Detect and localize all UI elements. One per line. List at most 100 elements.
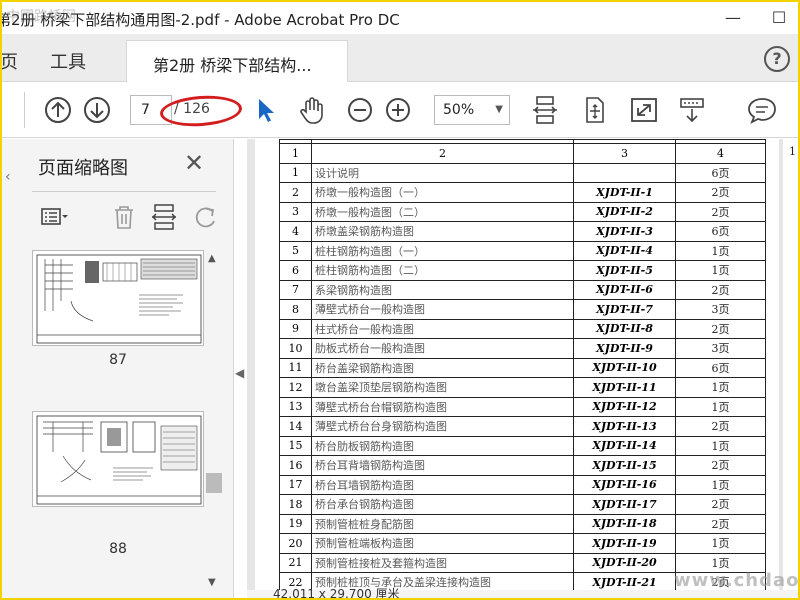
scroll-down-icon[interactable]: ▼	[208, 577, 216, 588]
thumbnail-scrollbar[interactable]: ▲ ▼	[204, 247, 224, 598]
chevron-down-icon: ▼	[495, 104, 503, 115]
row-number-cell: 18	[279, 494, 312, 515]
drawing-code-cell: XJDT-II-3	[573, 221, 676, 242]
trash-icon[interactable]	[110, 203, 138, 231]
drawing-code-cell: XJDT-II-19	[573, 533, 676, 554]
header-cell: 1	[279, 143, 312, 164]
drawing-title-cell: 桥台盖梁钢筋构造图	[311, 357, 574, 378]
page-count-cell: 2页	[675, 416, 766, 437]
table-row: 2 桥墩一般构造图（一） XJDT-II-1 2页	[279, 182, 766, 203]
table-row: 5 桩柱钢筋构造图（一） XJDT-II-4 1页	[279, 240, 766, 261]
next-page-header: 1	[789, 145, 796, 158]
pdf-page: 1 2 3 4 1 设计说明 6页 2 桥墩一般构造图（一） XJDT-II-1 2页 3 桥墩…	[255, 139, 779, 598]
page-tools-icon[interactable]	[150, 203, 178, 231]
row-number-cell: 8	[279, 299, 312, 320]
panel-title: 页面缩略图	[38, 158, 128, 179]
page-count-cell: 2页	[675, 494, 766, 515]
drawing-code-cell: XJDT-II-9	[573, 338, 676, 359]
page-dimensions: 42.011 x 29.700 厘米	[273, 587, 400, 598]
page-count-cell: 1页	[675, 474, 766, 495]
drawing-code-cell: XJDT-II-6	[573, 279, 676, 300]
drawing-title-cell: 桥台耳背墙钢筋构造图	[311, 455, 574, 476]
rotate-page-icon[interactable]	[192, 203, 220, 231]
tab-tools[interactable]: 工具	[50, 48, 86, 74]
row-number-cell: 7	[279, 279, 312, 300]
row-number-cell: 19	[279, 513, 312, 534]
watermark-bottom-right: www.chdao.com	[674, 570, 798, 591]
maximize-button[interactable]: ☐	[764, 6, 794, 30]
full-screen-icon[interactable]	[628, 94, 660, 126]
drawing-title-cell: 桥台肋板钢筋构造图	[311, 435, 574, 456]
page-count-cell: 2页	[675, 201, 766, 222]
table-row: 8 薄壁式桥台一般构造图 XJDT-II-7 3页	[279, 299, 766, 320]
close-panel-button[interactable]: ✕	[184, 149, 204, 177]
page-count-cell: 2页	[675, 455, 766, 476]
thumbnail-page-number: 87	[109, 352, 127, 368]
next-page-icon[interactable]	[81, 94, 113, 126]
zoom-out-icon[interactable]	[344, 94, 376, 126]
table-row: 16 桥台耳背墙钢筋构造图 XJDT-II-15 2页	[279, 455, 766, 476]
table-row: 11 桥台盖梁钢筋构造图 XJDT-II-10 6页	[279, 357, 766, 378]
row-number-cell: 21	[279, 552, 312, 573]
drawing-code-cell: XJDT-II-18	[573, 513, 676, 534]
page-count-cell: 1页	[675, 377, 766, 398]
scroll-mode-icon[interactable]	[676, 94, 708, 126]
help-button[interactable]: ?	[764, 46, 790, 72]
drawing-code-cell: XJDT-II-13	[573, 416, 676, 437]
table-row: 6 桩柱钢筋构造图（二） XJDT-II-5 1页	[279, 260, 766, 281]
row-number-cell: 3	[279, 201, 312, 222]
drawing-title-cell: 肋板式桥台一般构造图	[311, 338, 574, 359]
drawing-title-cell: 预制管桩接桩及套箍构造图	[311, 552, 574, 573]
scrollbar-thumb[interactable]	[206, 473, 222, 493]
minimize-button[interactable]: —	[718, 6, 748, 30]
table-row: 9 柱式桥台一般构造图 XJDT-II-8 2页	[279, 318, 766, 339]
thumbnail-preview-icon	[36, 254, 202, 344]
row-number-cell: 13	[279, 396, 312, 417]
table-row: 19 预制管桩桩身配筋图 XJDT-II-18 2页	[279, 513, 766, 534]
acrobat-window: 第2册 桥梁下部结构通用图-2.pdf - Adobe Acrobat Pro …	[2, 2, 798, 598]
fit-page-icon[interactable]	[529, 94, 561, 126]
tab-home[interactable]: 页	[2, 48, 18, 74]
thumbnail-list: 87 88	[2, 247, 224, 598]
drawing-code-cell: XJDT-II-4	[573, 240, 676, 261]
table-row: 4 桥墩盖梁钢筋构造图 XJDT-II-3 6页	[279, 221, 766, 242]
tab-document-label: 第2册 桥梁下部结构...	[153, 56, 312, 75]
drawing-title-cell: 薄壁式桥台台帽钢筋构造图	[311, 396, 574, 417]
page-count-cell: 1页	[675, 240, 766, 261]
watermark-top-left: 中国路桥网	[6, 9, 76, 25]
table-header-row: 1 2 3 4	[279, 143, 766, 164]
page-thumbnail[interactable]	[32, 250, 204, 346]
drawing-code-cell: XJDT-II-2	[573, 201, 676, 222]
zoom-level-select[interactable]: 50% ▼	[434, 95, 510, 125]
table-row: 10 肋板式桥台一般构造图 XJDT-II-9 3页	[279, 338, 766, 359]
page-thumbnail[interactable]	[32, 411, 204, 507]
select-arrow-icon[interactable]	[250, 94, 282, 126]
hand-tool-icon[interactable]	[296, 94, 328, 126]
comment-icon[interactable]	[746, 94, 778, 126]
row-number-cell: 2	[279, 182, 312, 203]
drawing-code-cell: XJDT-II-17	[573, 494, 676, 515]
scroll-up-icon[interactable]: ▲	[208, 253, 216, 264]
row-number-cell: 15	[279, 435, 312, 456]
document-view[interactable]: 1 2 3 4 1 设计说明 6页 2 桥墩一般构造图（一） XJDT-II-1 2页 3 桥墩…	[247, 139, 798, 598]
page-count-cell: 2页	[675, 513, 766, 534]
drawing-title-cell: 桩柱钢筋构造图（二）	[311, 260, 574, 281]
tab-document[interactable]: 第2册 桥梁下部结构...	[126, 40, 348, 83]
drawing-code-cell: XJDT-II-11	[573, 377, 676, 398]
row-number-cell: 1	[279, 162, 312, 183]
rotate-view-icon[interactable]	[578, 94, 610, 126]
drawing-title-cell: 系梁钢筋构造图	[311, 279, 574, 300]
collapse-panel-icon[interactable]: ◀	[235, 366, 244, 380]
table-row: 18 桥台承台钢筋构造图 XJDT-II-17 2页	[279, 494, 766, 515]
previous-page-icon[interactable]	[42, 94, 74, 126]
page-count-cell: 6页	[675, 162, 766, 183]
toolbar-separator	[24, 92, 25, 128]
panel-handle-icon[interactable]: ‹	[5, 169, 11, 185]
row-number-cell: 6	[279, 260, 312, 281]
zoom-level-value: 50%	[443, 102, 475, 118]
zoom-in-icon[interactable]	[382, 94, 414, 126]
page-count-cell: 3页	[675, 299, 766, 320]
header-cell: 3	[573, 143, 676, 164]
drawing-title-cell: 柱式桥台一般构造图	[311, 318, 574, 339]
options-menu-icon[interactable]	[40, 203, 68, 231]
